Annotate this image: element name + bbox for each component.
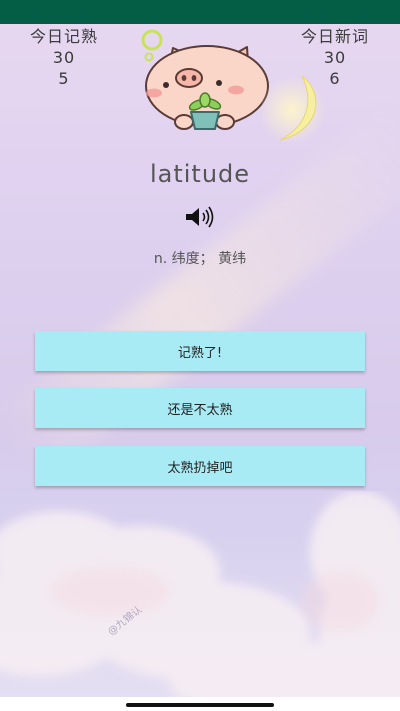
word-meaning: n. 纬度； 黄纬 [153,251,247,267]
pig-mascot-icon [141,29,269,130]
today-remembered-count: 5 [58,69,70,88]
too-familiar-discard-button[interactable]: 太熟扔掉吧 [35,446,365,486]
not-quite-familiar-button[interactable]: 还是不太熟 [35,388,365,428]
home-gesture-handle[interactable] [126,703,274,707]
speaker-icon[interactable] [184,206,216,228]
today-remembered-target: 30 [52,48,76,67]
status-bar [0,0,400,24]
today-remembered-counter: 今日记熟 30 5 [14,26,114,89]
today-new-words-title: 今日新词 [300,27,369,46]
today-remembered-title: 今日记熟 [29,27,98,46]
word-text: latitude [149,160,251,188]
clouds-background [0,491,400,711]
today-new-words-target: 30 [323,48,347,67]
crescent-moon-icon [262,75,326,144]
remembered-button[interactable]: 记熟了! [35,331,365,371]
